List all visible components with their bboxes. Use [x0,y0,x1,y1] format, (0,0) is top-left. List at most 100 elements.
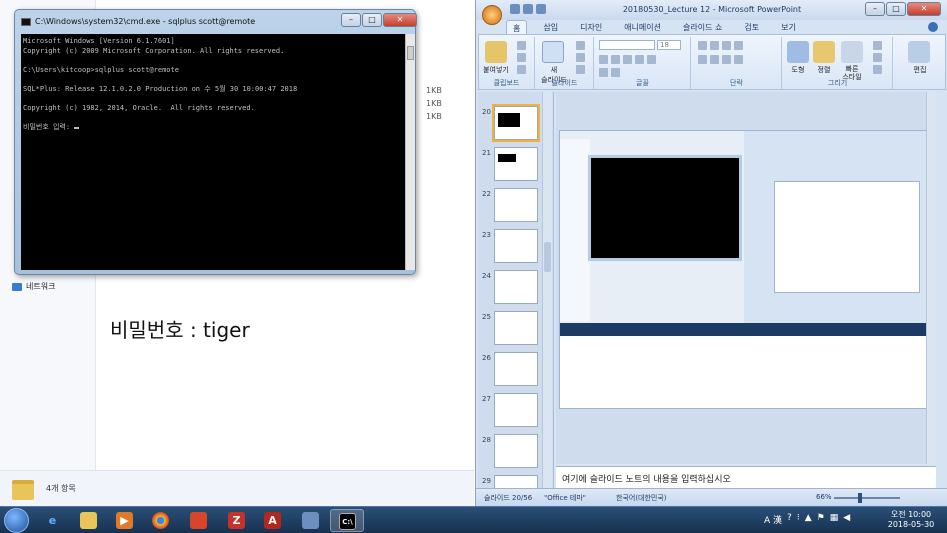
taskbar-chrome[interactable] [144,509,178,532]
copy-icon[interactable] [517,53,526,62]
paste-icon[interactable] [485,41,507,63]
close-button[interactable]: ✕ [383,13,417,27]
font-name-field[interactable] [599,40,655,50]
slide-editor[interactable] [556,92,936,464]
clock[interactable]: 오전 10:00 2018-05-30 [884,510,938,530]
minimize-button[interactable]: – [341,13,361,27]
tab-view[interactable]: 보기 [775,20,802,34]
tab-slideshow[interactable]: 슬라이드 쇼 [677,20,728,34]
minimize-button[interactable]: – [865,2,885,16]
close-button[interactable]: ✕ [907,2,941,16]
justify-icon[interactable] [734,55,743,64]
arrange-icon[interactable] [813,41,835,63]
screenshot-powerpoint [744,131,929,327]
notes-pane[interactable]: 여기에 슬라이드 노트의 내용을 입력하십시오 [556,466,936,488]
current-slide[interactable] [559,130,930,409]
console-line: SQL*Plus: Release 12.1.0.2.0 Production … [23,84,298,93]
bold-icon[interactable] [599,55,608,64]
network-status-icon[interactable]: ▦ [830,513,839,526]
italic-icon[interactable] [611,55,620,64]
language-indicator[interactable]: 한국어(대한민국) [616,493,667,503]
reset-icon[interactable] [576,53,585,62]
ppt-titlebar[interactable]: 20180530_Lecture 12 - Microsoft PowerPoi… [476,0,947,25]
zoom-slider-handle[interactable] [858,493,862,503]
editor-scrollbar[interactable] [926,92,936,464]
paste-button[interactable]: 붙여넣기 [479,65,513,75]
tab-animation[interactable]: 애니메이션 [618,20,667,34]
numbering-icon[interactable] [710,41,719,50]
item-count: 4개 항목 [46,484,76,493]
align-center-icon[interactable] [710,55,719,64]
taskbar-ie[interactable]: e [36,509,70,532]
cmd-window[interactable]: C:\Windows\system32\cmd.exe - sqlplus sc… [14,9,417,275]
start-button[interactable] [4,508,29,533]
thumbnail-scrollbar[interactable] [542,92,552,488]
find-icon[interactable] [908,41,930,63]
bullets-icon[interactable] [698,41,707,50]
quick-style-icon[interactable] [841,41,863,63]
console-output[interactable]: Microsoft Windows [Version 6.1.7601] Cop… [21,34,405,270]
scroll-thumb[interactable] [544,242,551,272]
clipboard-group: 붙여넣기 클립보드 [479,37,535,89]
ime-indicator[interactable]: A 漢 [764,513,782,526]
settings-icon[interactable]: ⁝ [797,513,800,526]
zoom-level[interactable]: 66% [816,493,832,501]
maximize-button[interactable]: □ [886,2,906,16]
help-icon[interactable]: ? [787,513,792,526]
font-color-icon[interactable] [599,68,608,77]
slide-thumbnail-pane[interactable]: 20 21 22 23 24 25 26 27 28 29 [478,92,554,488]
office-button[interactable] [482,5,502,25]
shape-fill-icon[interactable] [873,41,882,50]
taskbar-app[interactable] [182,509,216,532]
indent-decrease-icon[interactable] [722,41,731,50]
char-spacing-icon[interactable] [611,68,620,77]
edit-group: 편집 [894,37,946,89]
cut-icon[interactable] [517,41,526,50]
layout-icon[interactable] [576,41,585,50]
slide-number: 24 [482,272,491,280]
strikethrough-icon[interactable] [647,55,656,64]
text-cursor [74,126,80,129]
cmd-app-icon[interactable] [21,18,31,26]
nav-item-network[interactable]: 네트워크 [12,281,55,292]
shape-outline-icon[interactable] [873,53,882,62]
taskbar-network-tool[interactable] [294,509,328,532]
shadow-icon[interactable] [635,55,644,64]
slide-number: 28 [482,436,491,444]
maximize-button[interactable]: □ [362,13,382,27]
cmd-scrollbar[interactable] [405,34,415,270]
underline-icon[interactable] [623,55,632,64]
scroll-thumb[interactable] [407,46,414,60]
screenshot-cmd [588,155,742,261]
tab-home[interactable]: 홈 [506,20,528,34]
format-painter-icon[interactable] [517,65,526,74]
shapes-icon[interactable] [787,41,809,63]
taskbar-pdf[interactable]: A [256,509,290,532]
new-slide-icon[interactable] [542,41,564,63]
ribbon-tabs: 홈 삽입 디자인 애니메이션 슬라이드 쇼 검토 보기 [506,20,802,34]
tab-insert[interactable]: 삽입 [537,20,564,34]
cmd-titlebar[interactable]: C:\Windows\system32\cmd.exe - sqlplus sc… [15,10,417,34]
align-left-icon[interactable] [698,55,707,64]
expand-tray-icon[interactable]: ▲ [805,513,812,526]
tab-review[interactable]: 검토 [738,20,765,34]
edit-button[interactable]: 편집 [894,65,946,75]
shape-effects-icon[interactable] [873,65,882,74]
taskbar-explorer[interactable] [72,509,106,532]
align-right-icon[interactable] [722,55,731,64]
tab-design[interactable]: 디자인 [574,20,608,34]
taskbar-cmd[interactable]: C:\ [330,509,364,532]
slide-preview [494,188,538,222]
flag-icon[interactable]: ⚑ [817,513,825,526]
zoom-slider[interactable] [834,497,900,499]
help-icon[interactable] [928,22,938,32]
window-controls: – □ ✕ [341,13,417,27]
indent-increase-icon[interactable] [734,41,743,50]
arrange-button[interactable]: 정렬 [809,65,839,75]
taskbar-filezilla[interactable]: Z [220,509,254,532]
delete-slide-icon[interactable] [576,65,585,74]
taskbar-media[interactable]: ▶ [108,509,142,532]
font-size-field[interactable]: 18 [657,40,681,50]
volume-icon[interactable]: ◀ [843,513,850,526]
